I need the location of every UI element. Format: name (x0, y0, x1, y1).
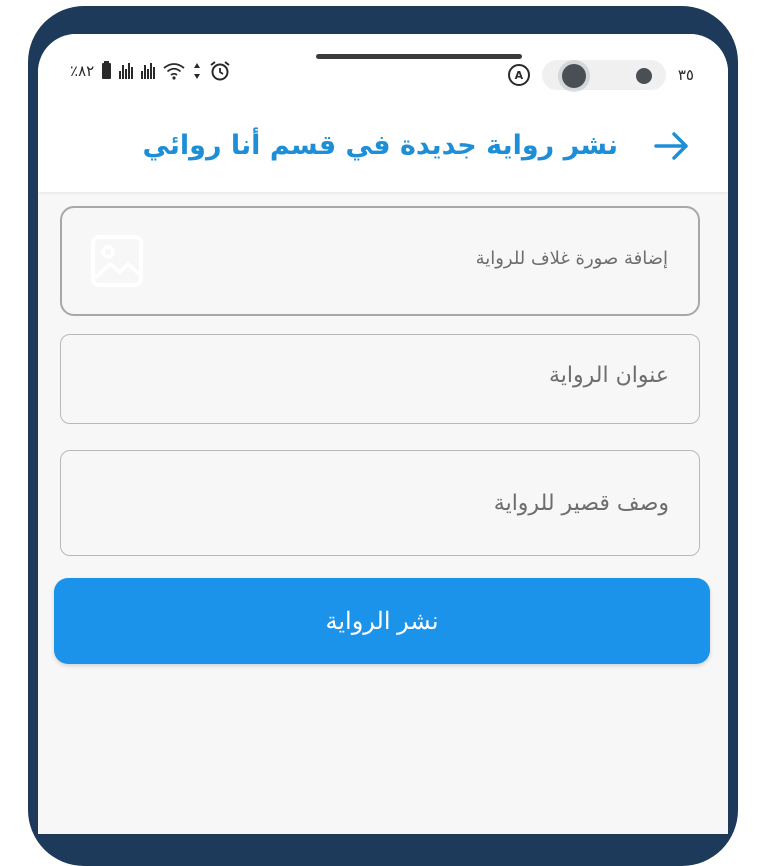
arrow-right-icon[interactable] (652, 128, 692, 164)
volume-button (732, 240, 738, 476)
status-bar: ٪٨٢ A ٣٥ (38, 58, 728, 90)
auto-icon: A (507, 64, 530, 86)
image-icon (91, 235, 143, 287)
power-button (732, 542, 738, 652)
data-transfer-icon (194, 63, 201, 79)
cover-image-picker[interactable]: إضافة صورة غلاف للرواية (60, 206, 700, 316)
battery-icon (102, 61, 112, 79)
cover-label: إضافة صورة غلاف للرواية (475, 248, 668, 269)
speaker-grille (316, 54, 522, 59)
publish-novel-button[interactable]: نشر الرواية (54, 578, 710, 664)
page-title: نشر رواية جديدة في قسم أنا روائي (142, 130, 618, 161)
camera-sensor-icon (635, 68, 652, 84)
battery-percent: ٪٨٢ (70, 62, 95, 80)
alarm-icon (210, 61, 230, 81)
screen: ٪٨٢ A ٣٥ نشر رواية جديدة في قسم أنا روائ… (38, 34, 728, 834)
status-left: ٪٨٢ (70, 60, 231, 82)
wifi-icon (163, 63, 185, 80)
novel-title-input[interactable]: عنوان الرواية (60, 334, 700, 424)
novel-description-input[interactable]: وصف قصير للرواية (60, 450, 700, 556)
novel-title-placeholder: عنوان الرواية (548, 363, 669, 388)
signal-icon-2 (141, 63, 156, 79)
front-camera (541, 60, 666, 90)
signal-icon (119, 63, 134, 79)
camera-lens-icon (561, 64, 586, 88)
page-header: نشر رواية جديدة في قسم أنا روائي (38, 126, 728, 166)
status-time: ٣٥ (677, 66, 694, 84)
novel-description-placeholder: وصف قصير للرواية (493, 491, 669, 516)
status-right: A ٣٥ (507, 60, 694, 90)
